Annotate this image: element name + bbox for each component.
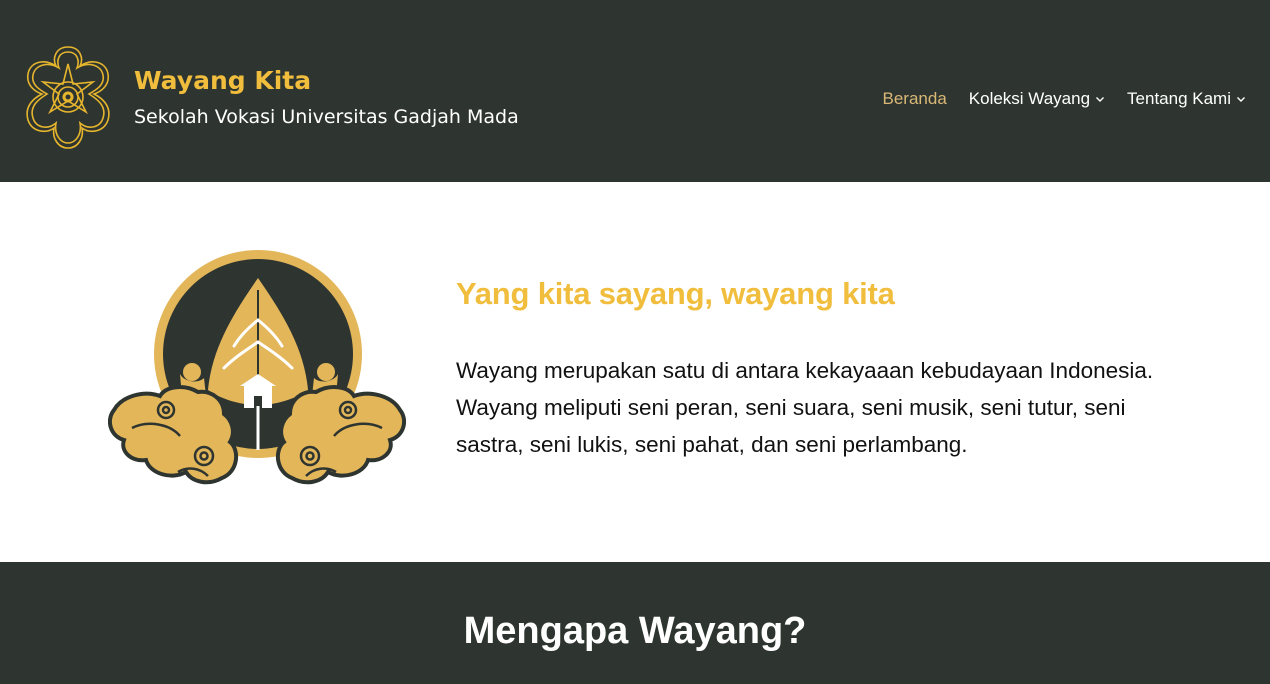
wayang-gunungan-logo-icon: [108, 250, 406, 485]
main-nav: Beranda Koleksi Wayang Tentang Kami: [883, 87, 1247, 111]
nav-item-label: Tentang Kami: [1127, 89, 1231, 108]
hero-section: Yang kita sayang, wayang kita Wayang mer…: [0, 182, 1270, 562]
nav-item-tentang-kami[interactable]: Tentang Kami: [1127, 87, 1246, 111]
site-tagline: Sekolah Vokasi Universitas Gadjah Mada: [134, 106, 519, 128]
section-title: Mengapa Wayang?: [463, 610, 807, 652]
nav-item-koleksi-wayang[interactable]: Koleksi Wayang: [969, 87, 1105, 111]
hero-description: Wayang merupakan satu di antara kekayaaa…: [456, 358, 1154, 457]
why-wayang-section: Mengapa Wayang?: [0, 562, 1270, 684]
site-title[interactable]: Wayang Kita: [134, 66, 311, 95]
chevron-down-icon: [1096, 97, 1105, 102]
nav-item-beranda[interactable]: Beranda: [883, 87, 947, 111]
nav-item-label: Koleksi Wayang: [968, 89, 1091, 108]
site-header: Wayang Kita Sekolah Vokasi Universitas G…: [0, 0, 1270, 182]
chevron-down-icon: [1237, 97, 1245, 102]
ugm-emblem-icon[interactable]: [16, 44, 120, 150]
site-branding[interactable]: Wayang Kita Sekolah Vokasi Universitas G…: [16, 44, 556, 152]
nav-item-label: Beranda: [882, 89, 947, 108]
hero-heading: Yang kita sayang, wayang kita: [456, 276, 895, 311]
